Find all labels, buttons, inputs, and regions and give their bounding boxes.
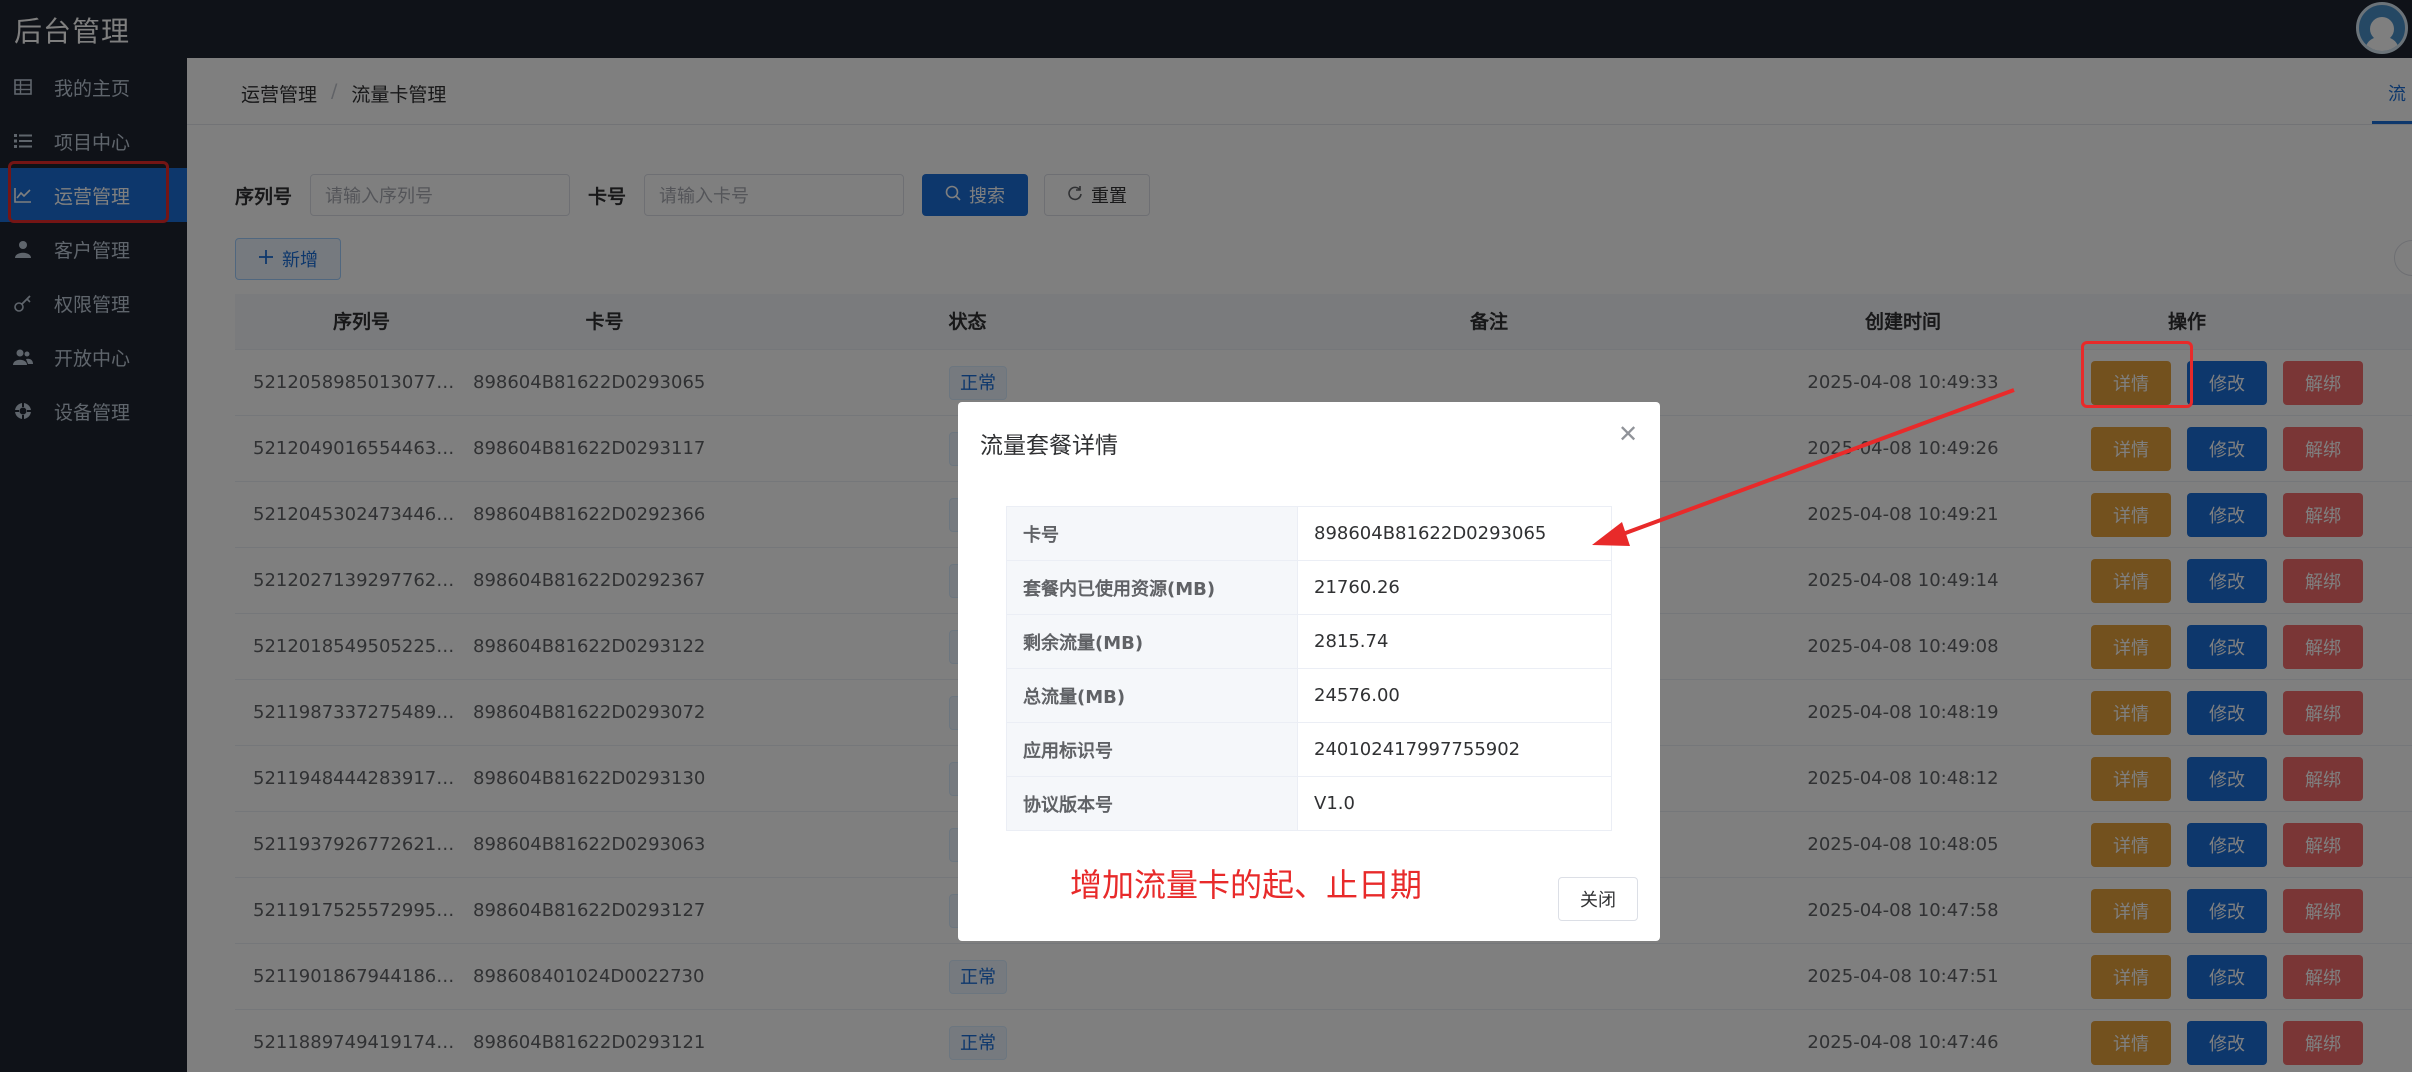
detail-value: 21760.26 [1297,560,1612,615]
detail-value: 24576.00 [1297,668,1612,723]
detail-label: 卡号 [1006,506,1298,561]
detail-row: 应用标识号 240102417997755902 [1006,722,1612,777]
detail-row: 套餐内已使用资源(MB) 21760.26 [1006,560,1612,615]
annotation-box-detail [2081,341,2193,408]
detail-value: 898604B81622D0293065 [1297,506,1612,561]
detail-row: 卡号 898604B81622D0293065 [1006,506,1612,561]
detail-value: 2815.74 [1297,614,1612,669]
annotation-text: 增加流量卡的起、止日期 [1070,866,1423,904]
detail-label: 总流量(MB) [1006,668,1298,723]
detail-label: 套餐内已使用资源(MB) [1006,560,1298,615]
detail-table: 卡号 898604B81622D0293065 套餐内已使用资源(MB) 217… [1006,506,1612,831]
detail-dialog: 流量套餐详情 ✕ 卡号 898604B81622D0293065 套餐内已使用资… [958,402,1660,941]
close-button[interactable]: 关闭 [1558,877,1638,921]
detail-row: 剩余流量(MB) 2815.74 [1006,614,1612,669]
detail-label: 应用标识号 [1006,722,1298,777]
detail-row: 总流量(MB) 24576.00 [1006,668,1612,723]
detail-label: 剩余流量(MB) [1006,614,1298,669]
dialog-title: 流量套餐详情 [980,433,1118,459]
detail-row: 协议版本号 V1.0 [1006,776,1612,831]
detail-label: 协议版本号 [1006,776,1298,831]
detail-value: V1.0 [1297,776,1612,831]
close-icon[interactable]: ✕ [1614,420,1642,448]
detail-value: 240102417997755902 [1297,722,1612,777]
